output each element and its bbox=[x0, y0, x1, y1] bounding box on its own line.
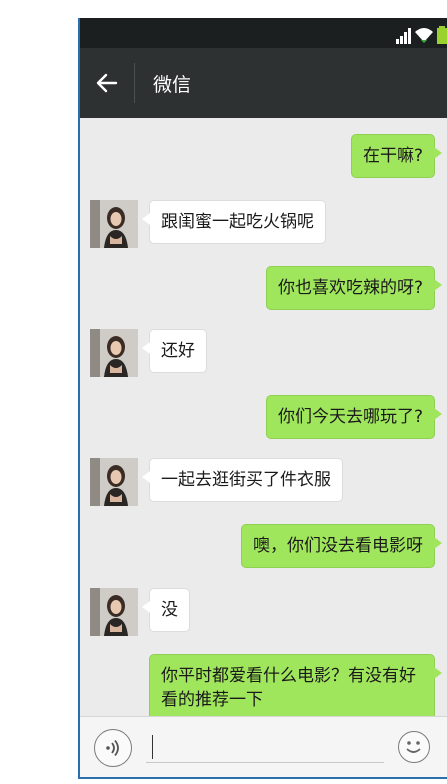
message-list: 在干嘛? 跟闺蜜一起吃火锅呢 你也喜欢吃辣的呀? 还好 你们今天去哪玩了? 一起… bbox=[80, 118, 447, 722]
back-button[interactable] bbox=[80, 48, 134, 118]
phone-screen: 微信 在干嘛? 跟闺蜜一起吃火锅呢 你也喜欢吃辣的呀? 还好 你们今天去哪玩了?… bbox=[78, 18, 447, 779]
received-message[interactable]: 还好 bbox=[142, 329, 207, 373]
contact-avatar[interactable] bbox=[90, 458, 138, 506]
chat-header: 微信 bbox=[80, 48, 447, 118]
voice-icon bbox=[106, 739, 119, 757]
text-cursor bbox=[152, 735, 153, 759]
signal-icon bbox=[396, 28, 411, 44]
avatar-image bbox=[90, 458, 138, 506]
wifi-icon bbox=[415, 28, 433, 43]
battery-icon bbox=[437, 26, 447, 44]
contact-avatar[interactable] bbox=[90, 588, 138, 636]
contact-avatar[interactable] bbox=[90, 329, 138, 377]
sent-message[interactable]: 你们今天去哪玩了? bbox=[265, 395, 443, 439]
voice-input-button[interactable] bbox=[94, 729, 132, 767]
header-divider bbox=[134, 63, 135, 103]
emoji-button[interactable] bbox=[398, 731, 430, 763]
status-bar bbox=[80, 18, 447, 48]
sent-message[interactable]: 噢，你们没去看电影呀 bbox=[241, 524, 442, 568]
received-message[interactable]: 跟闺蜜一起吃火锅呢 bbox=[142, 200, 326, 244]
received-message[interactable]: 没 bbox=[142, 588, 190, 632]
avatar-image bbox=[90, 329, 138, 377]
received-message[interactable]: 一起去逛街买了件衣服 bbox=[142, 458, 343, 502]
sent-message[interactable]: 你也喜欢吃辣的呀? bbox=[265, 266, 443, 310]
avatar-image bbox=[90, 588, 138, 636]
avatar-image bbox=[90, 200, 138, 248]
sent-message[interactable]: 你平时都爱看什么电影？有没有好看的推荐一下 bbox=[149, 654, 442, 722]
message-input[interactable] bbox=[146, 731, 384, 763]
back-arrow-icon bbox=[96, 73, 118, 93]
contact-avatar[interactable] bbox=[90, 200, 138, 248]
chat-title: 微信 bbox=[153, 73, 192, 96]
sent-message[interactable]: 在干嘛? bbox=[350, 134, 443, 178]
emoji-icon bbox=[406, 741, 421, 753]
status-icons bbox=[395, 24, 447, 44]
input-bar bbox=[80, 716, 447, 777]
